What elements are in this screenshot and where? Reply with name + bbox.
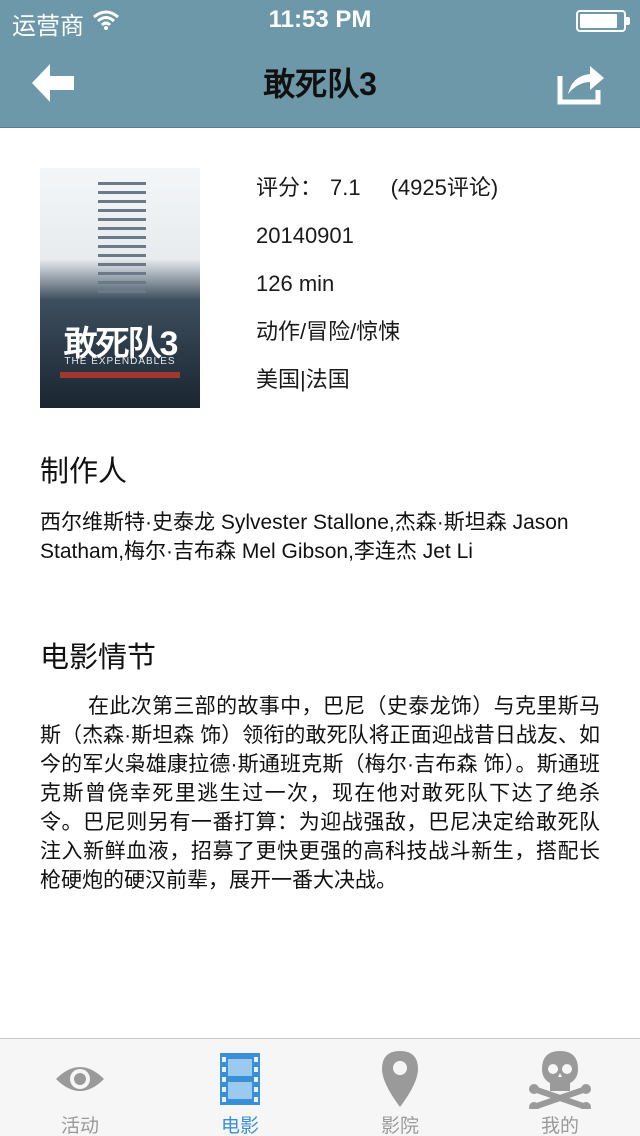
tab-cinemas[interactable]: 影院 [320,1039,480,1136]
back-button[interactable] [28,58,88,108]
tab-movies[interactable]: 电影 [160,1039,320,1136]
poster-banner [60,372,180,378]
tab-label: 电影 [220,1116,259,1136]
tab-activities[interactable]: 活动 [0,1039,160,1136]
film-icon [220,1053,260,1105]
duration: 126 min [256,271,335,296]
tab-label: 我的 [540,1116,579,1136]
location-pin-icon [382,1051,418,1107]
producers-text: 西尔维斯特·史泰龙 Sylvester Stallone,杰森·斯坦森 Jaso… [40,511,569,563]
battery-level [580,14,618,28]
rating-value: 7.1 [330,175,361,200]
eye-icon [56,1067,104,1091]
release-date: 20140901 [256,223,354,248]
poster-cast-list [98,182,146,299]
back-arrow-icon [32,64,74,102]
genres: 动作/冒险/惊悚 [256,319,401,344]
producers-heading: 制作人 [40,456,128,488]
tab-label: 影院 [380,1116,419,1136]
poster-subtitle: THE EXPENDABLES [64,356,176,367]
skull-crossbones-icon [529,1051,591,1109]
plot-text: 在此次第三部的故事中，巴尼（史泰龙饰）与克里斯马斯（杰森·斯坦森 饰）领衔的敢死… [40,695,600,892]
rating-count: (4925评论) [390,175,499,200]
rating-row: 评分： 7.1 (4925评论) [256,172,498,220]
share-icon [557,66,604,105]
tab-label: 活动 [60,1116,99,1136]
rating-label: 评分： [256,175,323,200]
status-time: 11:53 PM [268,6,372,33]
page-title: 敢死队3 [263,66,377,102]
tab-bar: 活动 电影 影院 我的 [0,1038,640,1136]
tab-profile[interactable]: 我的 [480,1039,640,1136]
share-button[interactable] [552,58,612,108]
plot-heading: 电影情节 [40,642,157,674]
movie-detail-screen: 运营商 11:53 PM 敢死队3 敢死队3 THE EXPENDABLES 评… [0,0,640,1136]
nav-header: 运营商 11:53 PM 敢死队3 [0,0,640,128]
movie-meta: 评分： 7.1 (4925评论) 20140901 126 min 动作/冒险/惊悚… [256,172,498,412]
movie-poster[interactable]: 敢死队3 THE EXPENDABLES [40,168,200,408]
countries: 美国|法国 [256,367,350,392]
battery-icon [576,10,630,32]
status-bar: 运营商 11:53 PM [0,0,640,40]
